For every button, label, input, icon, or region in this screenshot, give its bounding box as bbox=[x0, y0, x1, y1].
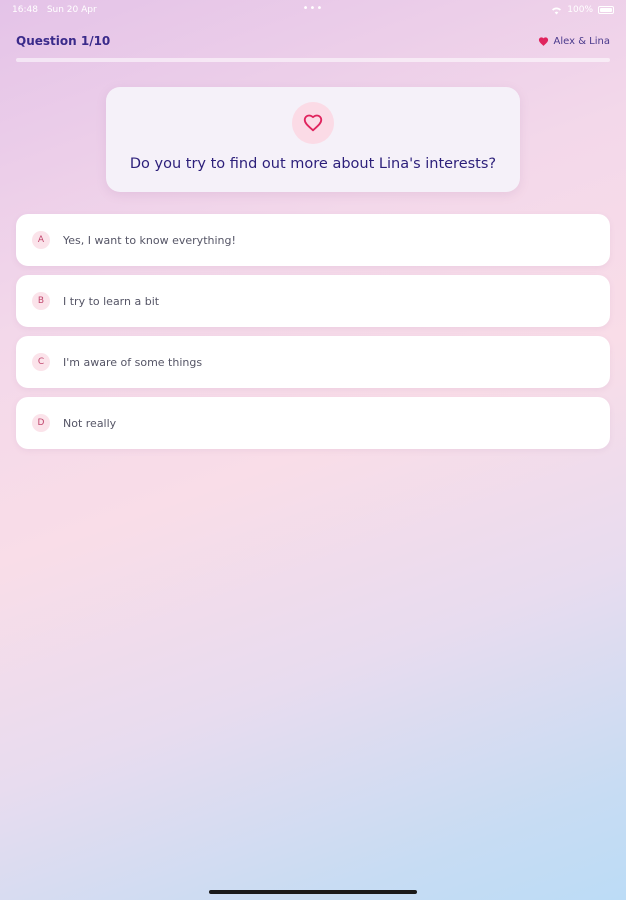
answer-text: I try to learn a bit bbox=[63, 294, 160, 308]
answer-text: Yes, I want to know everything! bbox=[63, 233, 236, 247]
answer-option-b[interactable]: B I try to learn a bit bbox=[16, 275, 610, 327]
answer-text: Not really bbox=[63, 416, 117, 430]
wifi-icon bbox=[552, 7, 562, 15]
battery-icon bbox=[598, 6, 614, 14]
question-text: Do you try to find out more about Lina's… bbox=[129, 156, 497, 172]
question-counter: Question 1/10 bbox=[16, 34, 111, 48]
question-card: Do you try to find out more about Lina's… bbox=[106, 87, 520, 192]
battery-percent: 100% bbox=[567, 5, 593, 15]
heart-icon bbox=[538, 36, 548, 46]
status-time: 16:48 bbox=[12, 5, 38, 15]
heart-outline-icon bbox=[303, 114, 323, 132]
status-date: Sun 20 Apr bbox=[46, 5, 97, 15]
answer-letter-badge: B bbox=[32, 292, 50, 310]
answer-option-d[interactable]: D Not really bbox=[16, 397, 610, 449]
status-bar: 16:48 Sun 20 Apr ••• 100% bbox=[0, 0, 626, 20]
answer-option-a[interactable]: A Yes, I want to know everything! bbox=[16, 214, 610, 266]
multitasking-dots-icon[interactable]: ••• bbox=[303, 3, 324, 14]
answer-option-c[interactable]: C I'm aware of some things bbox=[16, 336, 610, 388]
quiz-header: Question 1/10 Alex & Lina bbox=[16, 32, 610, 50]
progress-bar bbox=[16, 58, 610, 62]
answer-letter-badge: D bbox=[32, 414, 50, 432]
answer-list: A Yes, I want to know everything! B I tr… bbox=[16, 214, 610, 458]
answer-letter-badge: C bbox=[32, 353, 50, 371]
couple-names: Alex & Lina bbox=[553, 35, 610, 47]
status-left: 16:48 Sun 20 Apr bbox=[12, 5, 103, 15]
heart-badge bbox=[292, 102, 334, 144]
answer-text: I'm aware of some things bbox=[63, 355, 203, 369]
home-indicator[interactable] bbox=[209, 890, 417, 894]
status-right: 100% bbox=[551, 5, 614, 15]
couple-label: Alex & Lina bbox=[538, 36, 610, 47]
answer-letter-badge: A bbox=[32, 231, 50, 249]
